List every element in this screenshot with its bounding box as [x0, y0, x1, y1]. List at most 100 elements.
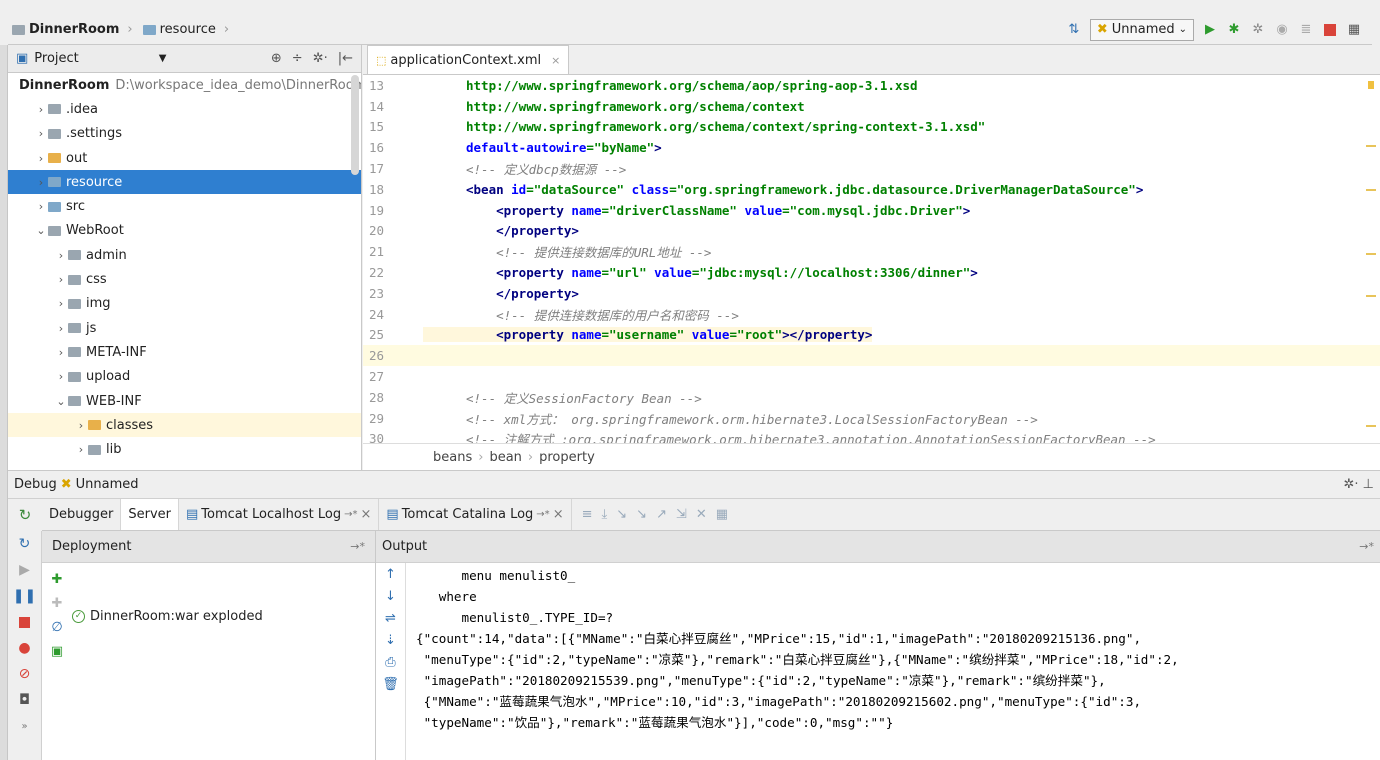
step-over-icon[interactable]: ⤓ [602, 507, 608, 522]
mute-breakpoints-icon[interactable]: ⊘ [8, 661, 41, 687]
code-line[interactable]: 17 <!-- 定义dbcp数据源 --> [363, 158, 1380, 179]
evaluate-icon[interactable]: ✕ [696, 507, 707, 522]
expand-arrow-icon[interactable]: › [34, 176, 48, 189]
tree-item[interactable]: › .settings [8, 122, 361, 146]
tab-debugger[interactable]: Debugger [42, 499, 122, 530]
stop-icon[interactable] [8, 609, 41, 635]
expand-arrow-icon[interactable]: ⌄ [34, 224, 48, 237]
breakpoints-icon[interactable]: ● [8, 635, 41, 661]
collapse-icon[interactable]: ÷ [292, 51, 303, 66]
tree-item[interactable]: › lib [8, 437, 361, 461]
debug-icon[interactable]: ✱ [1226, 22, 1242, 38]
code-area[interactable]: 13 http://www.springframework.org/schema/… [363, 75, 1380, 443]
crumb-project[interactable]: DinnerRoom [29, 22, 119, 37]
code-line[interactable]: 13 http://www.springframework.org/schema/… [363, 75, 1380, 96]
code-line[interactable]: 20 </property> [363, 221, 1380, 242]
run-config-select[interactable]: ✖ Unnamed ⌄ [1089, 18, 1194, 41]
tree-item[interactable]: ⌄ WebRoot [8, 219, 361, 243]
code-line[interactable]: 22 <property name="url" value="jdbc:mysq… [363, 262, 1380, 283]
tab-application-context[interactable]: ⬚ applicationContext.xml × [367, 45, 570, 74]
close-icon[interactable]: × [361, 507, 372, 522]
expand-arrow-icon[interactable]: › [74, 443, 88, 456]
code-line[interactable]: 16 default-autowire="byName"> [363, 137, 1380, 158]
scroll-end-icon[interactable]: ⇣ [376, 629, 405, 651]
code-line[interactable]: 18 <bean id="dataSource" class="org.sprin… [363, 179, 1380, 200]
camera-icon[interactable]: ◘ [8, 687, 41, 713]
expand-arrow-icon[interactable]: ⌄ [54, 395, 68, 408]
breadcrumb-bean[interactable]: bean [489, 450, 521, 465]
close-icon[interactable]: × [551, 54, 560, 67]
code-line[interactable]: 23 </property> [363, 283, 1380, 304]
more-icon[interactable]: » [8, 713, 41, 739]
arrow-up-icon[interactable]: ↑ [376, 563, 405, 585]
code-line[interactable]: 27 [363, 366, 1380, 387]
expand-arrow-icon[interactable]: › [34, 152, 48, 165]
code-line[interactable]: 24 <!-- 提供连接数据库的用户名和密码 --> [363, 304, 1380, 325]
hide-icon[interactable]: |← [338, 51, 353, 66]
pin-icon[interactable]: →* [350, 540, 365, 553]
tree-item[interactable]: › resource [8, 170, 361, 195]
code-line[interactable]: 28 <!-- 定义SessionFactory Bean --> [363, 387, 1380, 408]
code-line[interactable]: 29 <!-- xml方式： org.springframework.orm.hi… [363, 408, 1380, 429]
tree-item[interactable]: › js [8, 316, 361, 340]
tree-item[interactable]: › classes [8, 413, 361, 438]
tree-item[interactable]: › img [8, 292, 361, 316]
expand-arrow-icon[interactable]: › [54, 273, 68, 286]
coverage-icon[interactable]: ✲ [1250, 22, 1266, 38]
code-line[interactable]: 14 http://www.springframework.org/schema/… [363, 96, 1380, 117]
chevron-down-icon[interactable]: ▼ [159, 53, 167, 64]
expand-arrow-icon[interactable]: › [54, 297, 68, 310]
step-out-icon[interactable]: ↗ [656, 507, 667, 522]
tab-tomcat-catalina-log[interactable]: ▤ Tomcat Catalina Log →* × [379, 499, 572, 530]
soft-wrap-icon[interactable]: ⇌ [376, 607, 405, 629]
pause-icon[interactable]: ❚❚ [8, 583, 41, 609]
gear-icon[interactable]: ✲· [313, 51, 328, 66]
expand-arrow-icon[interactable]: › [34, 103, 48, 116]
crumb-resource[interactable]: resource [160, 22, 216, 37]
tree-item[interactable]: › src [8, 194, 361, 218]
code-line[interactable]: 21 <!-- 提供连接数据库的URL地址 --> [363, 241, 1380, 262]
tab-tomcat-localhost-log[interactable]: ▤ Tomcat Localhost Log →* × [179, 499, 380, 530]
tree-item[interactable]: › css [8, 267, 361, 291]
expand-arrow-icon[interactable]: › [54, 370, 68, 383]
expand-arrow-icon[interactable]: › [54, 322, 68, 335]
tree-item[interactable]: ⌄ WEB-INF [8, 389, 361, 413]
run-to-cursor-icon[interactable]: ⇲ [676, 507, 687, 522]
tree-item[interactable]: › admin [8, 243, 361, 267]
trash-icon[interactable]: 🗑 [376, 673, 405, 695]
code-line[interactable]: 30 <!-- 注解方式 :org.springframework.orm.hib… [363, 429, 1380, 443]
rerun-icon[interactable]: ↻ [8, 499, 42, 531]
expand-arrow-icon[interactable]: › [54, 249, 68, 262]
code-line[interactable]: 25 <property name="username" value="root… [363, 325, 1380, 346]
tree-item[interactable]: DinnerRoom D:\workspace_idea_demo\DinnerR… [8, 73, 361, 97]
undeploy-icon[interactable]: ✚ [42, 591, 72, 615]
expand-arrow-icon[interactable]: › [34, 127, 48, 140]
expand-arrow-icon[interactable]: › [54, 346, 68, 359]
run-icon[interactable]: ▶ [1202, 22, 1218, 38]
tree-item[interactable]: › out [8, 146, 361, 170]
output-console[interactable]: menu menulist0_ where menulist0_.TYPE_ID… [416, 565, 1372, 733]
tree-item[interactable]: › .idea [8, 97, 361, 121]
tab-server[interactable]: Server [121, 499, 179, 530]
resume-icon[interactable]: ▶ [8, 557, 41, 583]
expand-arrow-icon[interactable]: › [74, 419, 88, 432]
code-line[interactable]: 15 http://www.springframework.org/schema/… [363, 117, 1380, 138]
print-icon[interactable]: ⎙ [376, 651, 405, 673]
project-panel-title[interactable]: Project [34, 51, 78, 66]
refresh-icon[interactable]: ↻ [8, 531, 41, 557]
sort-icon[interactable]: ⇅ [1066, 22, 1082, 38]
project-structure-icon[interactable]: ▦ [1346, 22, 1362, 38]
step-into-icon[interactable]: ↘ [616, 507, 627, 522]
breadcrumb-property[interactable]: property [539, 450, 595, 465]
code-line[interactable]: 19 <property name="driverClassName" valu… [363, 200, 1380, 221]
stop-icon[interactable] [1322, 22, 1338, 38]
deployment-item[interactable]: ✓ DinnerRoom:war exploded [72, 563, 263, 663]
force-step-icon[interactable]: ↘ [636, 507, 647, 522]
deploy-icon[interactable]: ✚ [42, 567, 72, 591]
artifact-icon[interactable]: ▣ [42, 639, 72, 663]
profile-icon[interactable]: ◉ [1274, 22, 1290, 38]
pin-icon[interactable]: →* [1359, 540, 1374, 553]
expand-arrow-icon[interactable]: › [34, 200, 48, 213]
breadcrumb-beans[interactable]: beans [433, 450, 472, 465]
build-icon[interactable]: ≣ [1298, 22, 1314, 38]
